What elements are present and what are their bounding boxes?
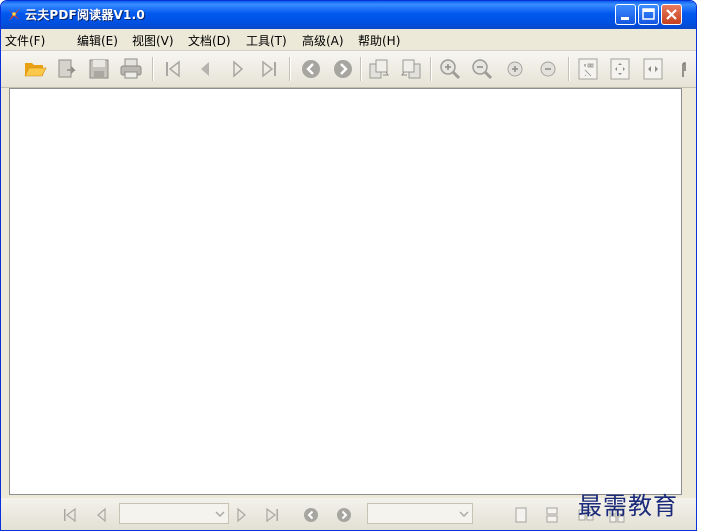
forward-icon[interactable] bbox=[331, 57, 355, 81]
actual-size-icon[interactable] bbox=[576, 57, 600, 81]
export-icon[interactable] bbox=[54, 57, 78, 81]
menu-file[interactable]: 文件(F) bbox=[5, 32, 45, 49]
first-page-icon[interactable] bbox=[161, 57, 185, 81]
fit-page-icon[interactable] bbox=[608, 57, 632, 81]
chevron-down-icon bbox=[459, 511, 469, 517]
toolbar-separator bbox=[430, 57, 432, 81]
title-bar[interactable]: 云夫PDF阅读器V1.0 bbox=[1, 1, 696, 29]
zoom-in-icon[interactable] bbox=[438, 57, 462, 81]
menu-tools[interactable]: 工具(T) bbox=[246, 32, 287, 49]
minimize-button[interactable] bbox=[615, 4, 636, 25]
minimize-icon bbox=[621, 17, 629, 20]
open-file-button[interactable] bbox=[23, 57, 47, 81]
watermark-text: 最需教育 bbox=[578, 492, 678, 520]
toolbar-separator bbox=[289, 57, 291, 81]
menu-document[interactable]: 文档(D) bbox=[188, 32, 231, 49]
page-number-select[interactable] bbox=[119, 503, 229, 524]
zoom-minus-icon[interactable] bbox=[536, 57, 560, 81]
last-page-icon[interactable] bbox=[257, 57, 281, 81]
continuous-view-icon[interactable] bbox=[544, 507, 560, 523]
document-viewport[interactable] bbox=[9, 88, 682, 495]
menu-view[interactable]: 视图(V) bbox=[132, 32, 174, 49]
window-title: 云夫PDF阅读器V1.0 bbox=[25, 8, 145, 22]
menu-advanced[interactable]: 高级(A) bbox=[302, 32, 344, 49]
next-page-icon[interactable] bbox=[226, 57, 250, 81]
close-icon bbox=[666, 9, 677, 20]
back-icon[interactable] bbox=[303, 507, 319, 523]
last-page-icon[interactable] bbox=[264, 507, 280, 523]
toolbar-separator bbox=[152, 57, 154, 81]
zoom-plus-icon[interactable] bbox=[503, 57, 527, 81]
menu-edit[interactable]: 编辑(E) bbox=[77, 32, 118, 49]
app-logo-icon bbox=[8, 8, 20, 21]
maximize-icon bbox=[642, 8, 655, 20]
back-icon[interactable] bbox=[299, 57, 323, 81]
forward-icon[interactable] bbox=[336, 507, 352, 523]
print-icon[interactable] bbox=[119, 57, 143, 81]
close-button[interactable] bbox=[661, 4, 682, 25]
rotate-clockwise-icon[interactable] bbox=[367, 57, 391, 81]
menu-bar: 文件(F) 编辑(E) 视图(V) 文档(D) 工具(T) 高级(A) 帮助(H… bbox=[1, 29, 696, 51]
save-icon[interactable] bbox=[87, 57, 111, 81]
menu-help[interactable]: 帮助(H) bbox=[358, 32, 400, 49]
toolbar bbox=[1, 51, 696, 88]
previous-page-icon[interactable] bbox=[193, 57, 217, 81]
toolbar-separator bbox=[360, 57, 362, 81]
hand-tool-icon[interactable] bbox=[675, 57, 697, 81]
single-page-view-icon[interactable] bbox=[513, 507, 529, 523]
app-window: 云夫PDF阅读器V1.0 文件(F) 编辑(E) 视图(V) 文档(D) 工具(… bbox=[0, 0, 697, 531]
maximize-button[interactable] bbox=[638, 4, 659, 25]
next-page-icon[interactable] bbox=[233, 507, 249, 523]
previous-page-icon[interactable] bbox=[94, 507, 110, 523]
fit-width-icon[interactable] bbox=[641, 57, 665, 81]
rotate-counterclockwise-icon[interactable] bbox=[399, 57, 423, 81]
chevron-down-icon bbox=[215, 511, 225, 517]
zoom-out-icon[interactable] bbox=[470, 57, 494, 81]
toolbar-separator bbox=[568, 57, 570, 81]
first-page-icon[interactable] bbox=[62, 507, 78, 523]
zoom-level-select[interactable] bbox=[367, 503, 473, 524]
